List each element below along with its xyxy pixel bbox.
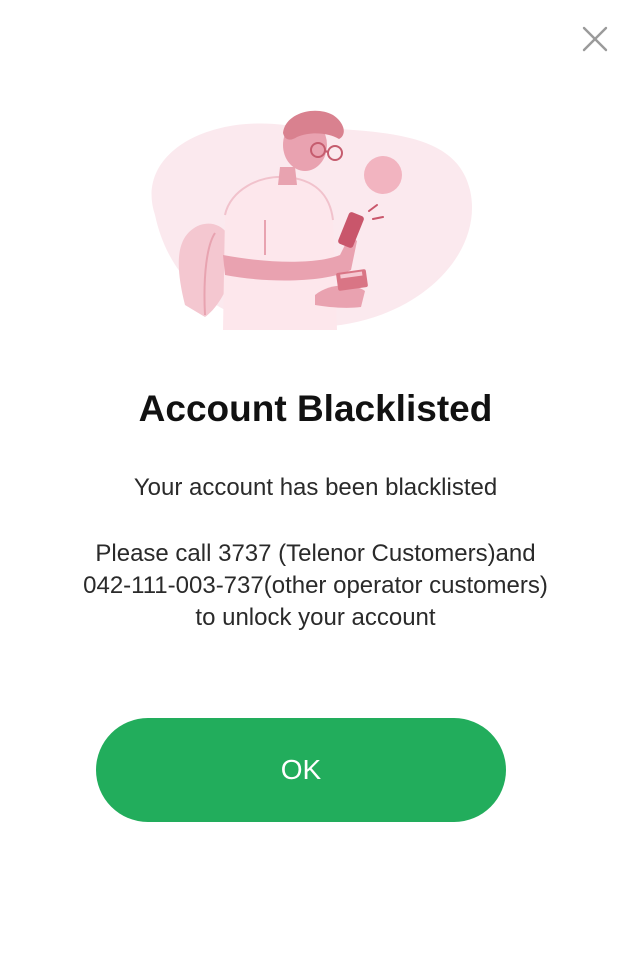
message-line: 042-111-003-737(other operator customers… — [83, 572, 548, 599]
close-icon — [582, 26, 608, 52]
dialog-title: Account Blacklisted — [138, 388, 493, 429]
dialog-message: Please call 3737 (Telenor Customers)and … — [20, 538, 611, 634]
ok-button[interactable]: OK — [96, 718, 506, 822]
dialog-subtitle: Your account has been blacklisted — [133, 474, 498, 501]
message-line: Please call 3737 (Telenor Customers)and — [95, 540, 536, 567]
message-line: to unlock your account — [195, 604, 436, 631]
person-checking-phone-illustration — [115, 95, 485, 335]
close-button[interactable] — [578, 22, 612, 56]
